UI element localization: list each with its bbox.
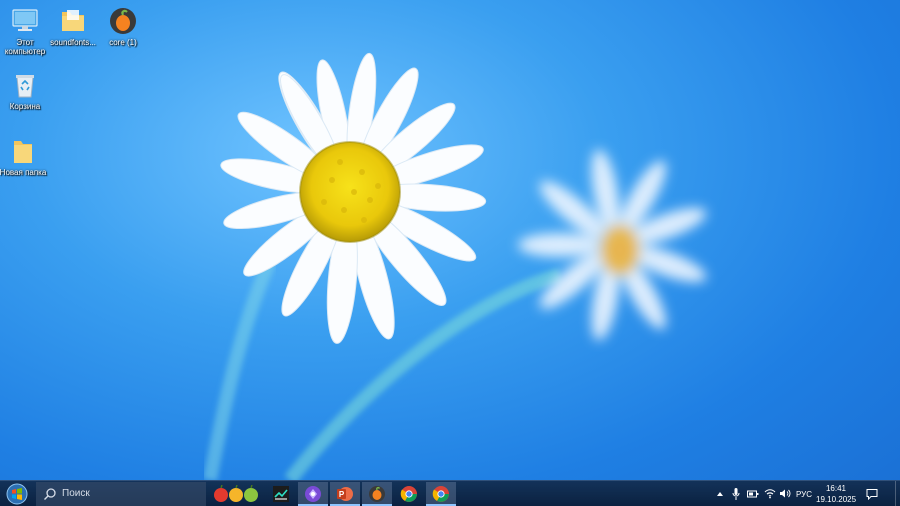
taskbar-app-fl-studio[interactable] (362, 482, 392, 506)
desktop-icon-core[interactable]: core (1) (98, 6, 148, 47)
taskbar-app-chrome[interactable] (394, 482, 424, 506)
show-desktop-button[interactable] (895, 481, 900, 506)
volume-icon[interactable] (779, 488, 791, 499)
desktop: Этот компьютер soundfonts... core (1) Ко… (0, 0, 900, 506)
wifi-icon[interactable] (764, 488, 776, 499)
fl-studio-icon (110, 8, 136, 34)
svg-text:P: P (339, 490, 345, 499)
desktop-icon-this-pc[interactable]: Этот компьютер (0, 6, 50, 56)
taskbar-app-fruits[interactable] (210, 482, 262, 506)
desktop-icon-new-folder[interactable]: Новая папка (0, 136, 48, 177)
desktop-icon-label: soundfonts... (50, 38, 96, 47)
system-tray: РУС 16:41 19.10.2025 (712, 481, 900, 506)
taskbar-app-chrome-2[interactable] (426, 482, 456, 506)
chrome-icon (400, 486, 417, 502)
language-indicator[interactable]: РУС (796, 490, 812, 499)
clock-date[interactable]: 19.10.2025 (816, 495, 856, 504)
search-placeholder: Поиск (62, 488, 90, 499)
microphone-icon[interactable] (732, 487, 740, 501)
folder-icon (62, 10, 84, 31)
powerpoint-icon: P (337, 487, 353, 501)
wallpaper (203, 52, 707, 480)
search-box[interactable]: Поиск (36, 482, 206, 506)
taskbar-app-graph[interactable] (266, 482, 296, 506)
taskbar-app-powerpoint[interactable]: P (330, 482, 360, 506)
chrome-icon (432, 486, 449, 502)
desktop-icon-recycle-bin[interactable]: Корзина (0, 70, 50, 111)
clock-time[interactable]: 16:41 (816, 484, 856, 493)
start-button[interactable] (4, 482, 30, 506)
chevron-up-icon[interactable] (716, 490, 724, 498)
notification-icon[interactable] (866, 488, 878, 500)
recycle-bin-icon (16, 75, 34, 98)
desktop-icon-label: Этот компьютер (4, 38, 46, 56)
desktop-icon-label: Новая папка (0, 168, 47, 177)
search-icon (44, 488, 56, 500)
purple-app-icon (305, 486, 321, 502)
computer-icon (12, 9, 38, 31)
graph-app-icon (273, 486, 289, 502)
fruits-icon (214, 485, 258, 502)
fl-studio-icon (369, 486, 385, 502)
battery-icon[interactable] (747, 489, 759, 499)
desktop-icon-label: core (1) (109, 38, 137, 47)
folder-icon (14, 141, 32, 163)
taskbar: Поиск P РУС 16:41 19.10.2025 (0, 480, 900, 506)
taskbar-app-purple[interactable] (298, 482, 328, 506)
windows-logo-icon (6, 483, 28, 505)
desktop-icon-label: Корзина (9, 102, 41, 111)
desktop-icon-soundfonts[interactable]: soundfonts... (48, 6, 98, 47)
